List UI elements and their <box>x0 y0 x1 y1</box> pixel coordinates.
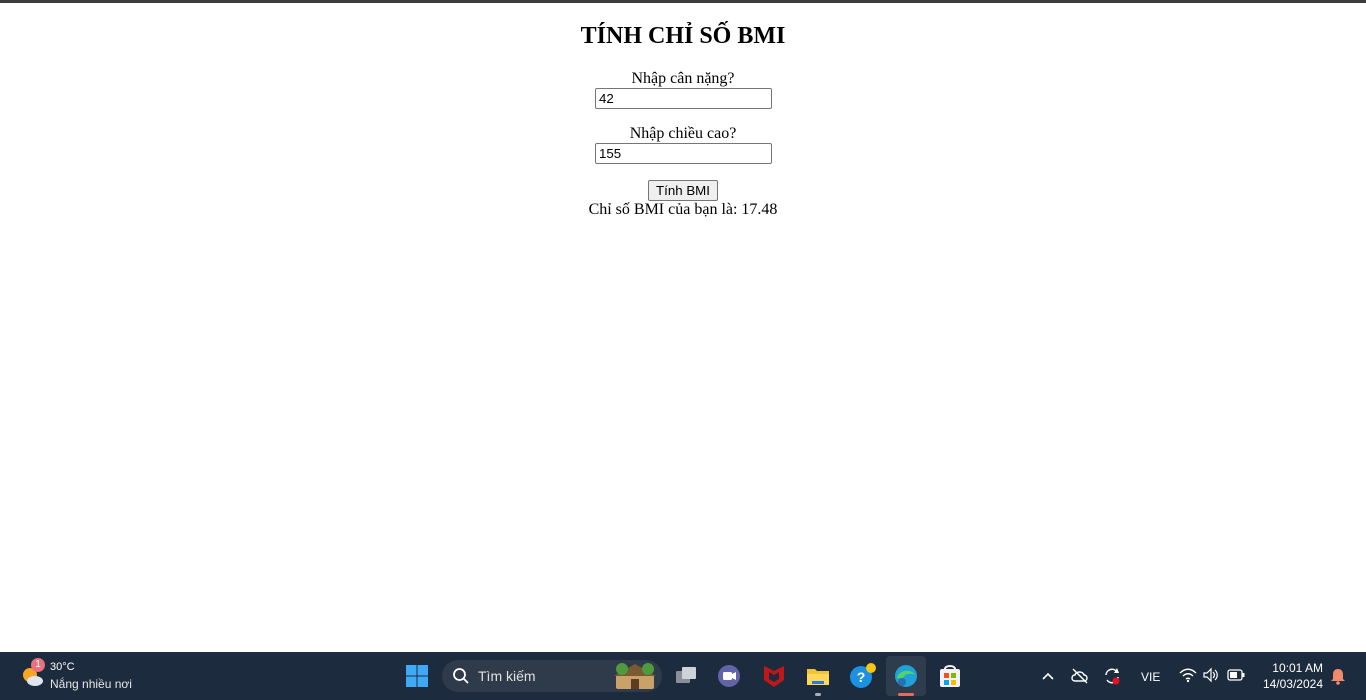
sync-icon[interactable] <box>1102 666 1122 686</box>
file-explorer-icon[interactable] <box>804 662 832 690</box>
weight-label: Nhập cân nặng? <box>631 70 735 87</box>
search-highlight-illustration-icon <box>614 663 656 689</box>
task-view-icon[interactable] <box>672 662 700 690</box>
microsoft-store-icon[interactable] <box>936 662 964 690</box>
calculate-bmi-button[interactable]: Tính BMI <box>648 180 718 201</box>
running-indicator <box>815 693 821 696</box>
page-title: TÍNH CHỈ SỐ BMI <box>580 23 786 49</box>
clock-time[interactable]: 10:01 AM <box>1255 661 1323 675</box>
search-icon <box>453 668 469 684</box>
clock-date[interactable]: 14/03/2024 <box>1255 677 1323 691</box>
height-label: Nhập chiều cao? <box>629 125 737 142</box>
taskbar: 1 30°C Nắng nhiều nơi Tìm kiếm ? VIE 10:… <box>0 652 1366 700</box>
windows-start-icon[interactable] <box>403 662 431 690</box>
bmi-result-text: Chỉ số BMI của bạn là: 17.48 <box>588 201 778 218</box>
wifi-icon[interactable] <box>1179 667 1197 683</box>
weather-notification-badge: 1 <box>31 658 45 672</box>
volume-icon[interactable] <box>1203 667 1219 683</box>
height-input[interactable]: 155 <box>595 143 772 164</box>
weather-temperature: 30°C <box>50 661 75 673</box>
battery-icon[interactable] <box>1227 668 1245 682</box>
language-indicator[interactable]: VIE <box>1141 670 1160 684</box>
teams-chat-icon[interactable] <box>715 662 743 690</box>
svg-text:?: ? <box>857 669 866 685</box>
chevron-up-icon[interactable] <box>1040 668 1056 684</box>
active-app-indicator <box>898 693 914 696</box>
search-placeholder: Tìm kiếm <box>478 668 536 684</box>
cloud-offline-icon[interactable] <box>1070 667 1090 685</box>
weather-description: Nắng nhiều nơi <box>50 677 132 691</box>
mcafee-icon[interactable] <box>760 662 788 690</box>
bmi-page: TÍNH CHỈ SỐ BMI Nhập cân nặng? 42 Nhập c… <box>0 3 1366 652</box>
weight-input[interactable]: 42 <box>595 88 772 109</box>
help-icon[interactable]: ? <box>848 662 876 690</box>
notification-bell-icon[interactable] <box>1330 667 1346 685</box>
edge-browser-icon[interactable] <box>892 662 920 690</box>
